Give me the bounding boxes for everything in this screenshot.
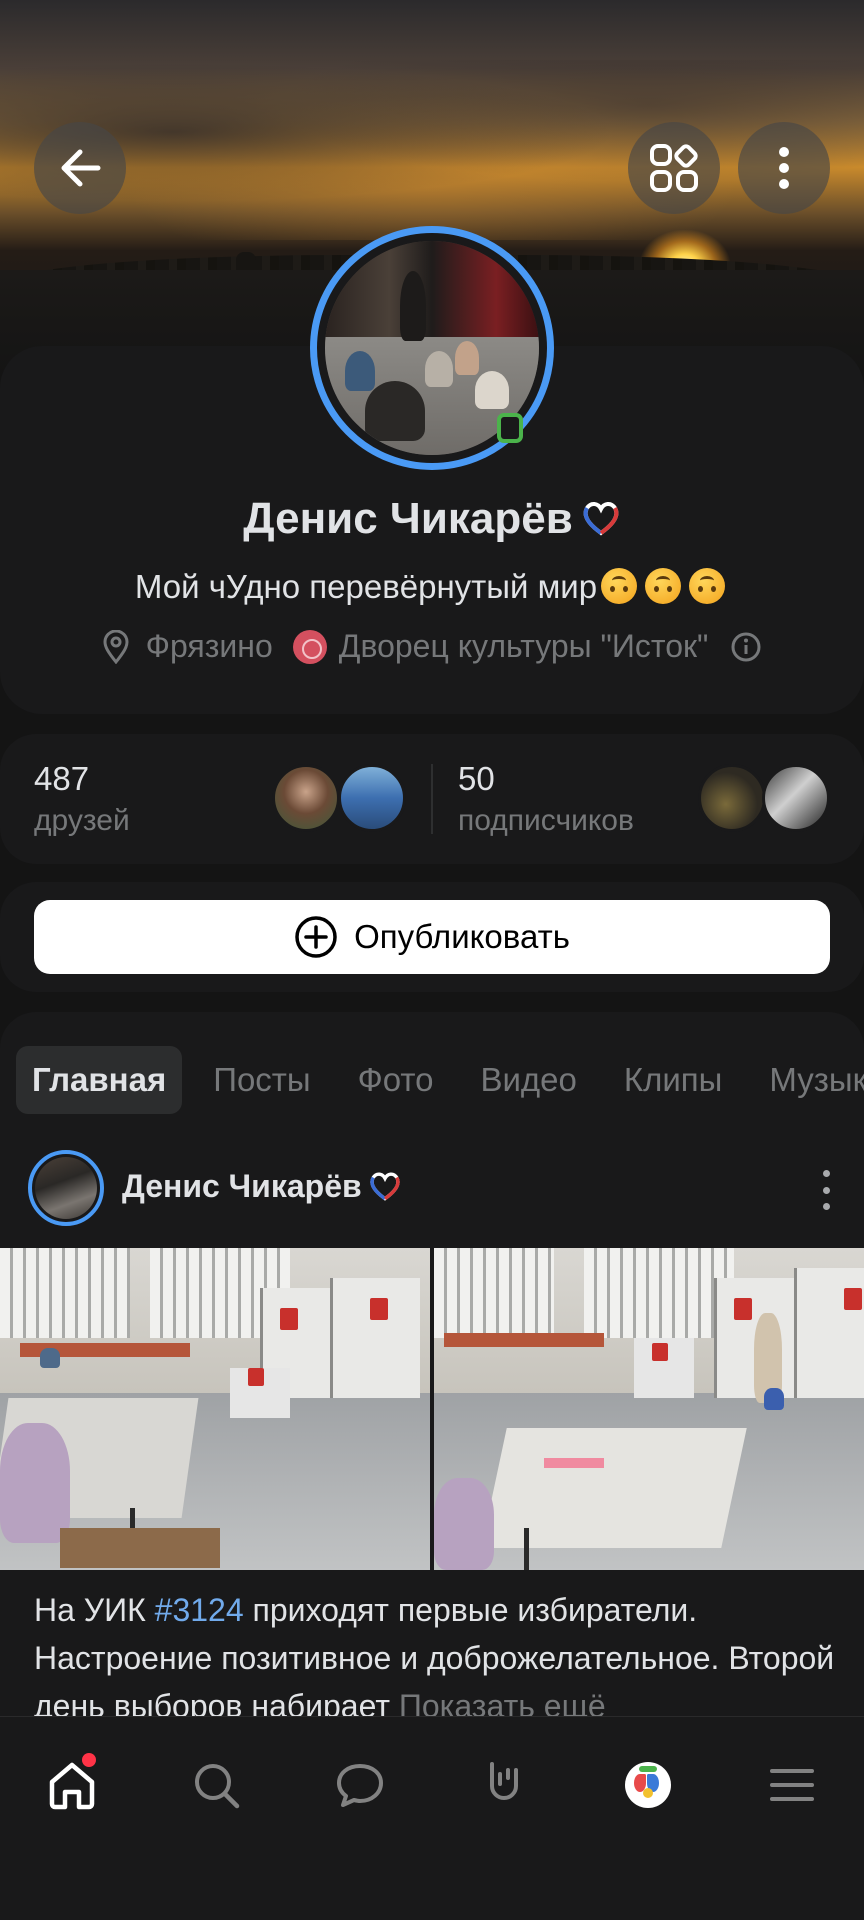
post-photo[interactable] (0, 1248, 430, 1570)
profile-city: Фрязино (145, 628, 273, 664)
post-menu-button[interactable] (816, 1170, 836, 1210)
more-vertical-icon (779, 147, 789, 189)
tab-posts[interactable]: Посты (197, 1046, 326, 1114)
post-author-avatar[interactable] (28, 1150, 104, 1226)
nav-messages[interactable] (320, 1745, 400, 1825)
nav-search[interactable] (176, 1745, 256, 1825)
profile-organization: Дворец культуры "Исток" (338, 628, 709, 664)
post-text: На УИК #3124 приходят первые избиратели.… (34, 1586, 842, 1730)
publish-card: Опубликовать (0, 882, 864, 992)
search-icon (195, 1764, 240, 1809)
services-button[interactable] (628, 122, 720, 214)
online-indicator (497, 413, 523, 443)
nav-clips[interactable] (464, 1745, 544, 1825)
tab-music[interactable]: Музыка (753, 1046, 864, 1114)
upside-down-face-icon (601, 568, 638, 604)
services-grid-icon (650, 144, 698, 192)
follower-avatar (698, 764, 766, 832)
friends-label: друзей (34, 804, 130, 837)
clips-icon (490, 1762, 518, 1800)
post-text-start: На УИК (34, 1592, 155, 1628)
feed-card: Главная Посты Фото Видео Клипы Музыка Де… (0, 1012, 864, 1752)
upside-down-face-icon (645, 568, 682, 604)
heart-badge-icon (369, 1172, 400, 1201)
friend-avatar (272, 764, 340, 832)
profile-name-row: Денис Чикарёв (0, 494, 864, 544)
post-photo[interactable] (434, 1248, 864, 1570)
tab-photos[interactable]: Фото (342, 1046, 450, 1114)
upside-down-face-icon (689, 568, 726, 604)
tab-videos[interactable]: Видео (464, 1046, 592, 1114)
stats-card: 487 друзей 50 подписчиков (0, 734, 864, 864)
info-icon (731, 632, 761, 661)
arrow-left-icon (61, 149, 101, 187)
home-icon (49, 1762, 95, 1810)
post-author-name: Денис Чикарёв (122, 1168, 362, 1204)
profile-info-row[interactable]: Фрязино Дворец культуры "Исток" (0, 628, 864, 665)
publish-button[interactable]: Опубликовать (34, 900, 830, 974)
post-header: Денис Чикарёв (28, 1150, 836, 1226)
friend-avatar (338, 764, 406, 832)
tab-main[interactable]: Главная (16, 1046, 183, 1114)
publish-label: Опубликовать (354, 918, 570, 955)
post-hashtag[interactable]: #3124 (155, 1592, 244, 1628)
post-author-name-row[interactable]: Денис Чикарёв (122, 1168, 402, 1205)
nav-menu[interactable] (752, 1745, 832, 1825)
profile-status: Мой чУдно перевёрнутый мир (0, 568, 864, 606)
followers-label: подписчиков (458, 804, 634, 837)
menu-icon (770, 1769, 814, 1801)
tab-clips[interactable]: Клипы (608, 1046, 739, 1114)
miniapp-icon (625, 1762, 671, 1808)
followers-count: 50 (458, 760, 495, 797)
back-button[interactable] (34, 122, 126, 214)
more-options-button[interactable] (738, 122, 830, 214)
friends-count: 487 (34, 760, 90, 797)
organization-logo-icon (292, 629, 327, 664)
bottom-navigation (0, 1716, 864, 1920)
heart-badge-icon (583, 502, 619, 536)
nav-miniapp[interactable] (608, 1745, 688, 1825)
follower-avatar (762, 764, 830, 832)
messages-icon (337, 1764, 383, 1807)
location-pin-icon (103, 629, 129, 664)
status-text: Мой чУдно перевёрнутый мир (134, 568, 598, 605)
notification-badge (82, 1753, 96, 1767)
friends-block[interactable]: 487 друзей (0, 734, 430, 864)
plus-circle-icon (295, 916, 337, 958)
followers-block[interactable]: 50 подписчиков (432, 734, 864, 864)
profile-tabs: Главная Посты Фото Видео Клипы Музыка (16, 1046, 864, 1114)
nav-home[interactable] (32, 1745, 112, 1825)
profile-name: Денис Чикарёв (243, 494, 573, 543)
cover-clouds (0, 60, 864, 240)
